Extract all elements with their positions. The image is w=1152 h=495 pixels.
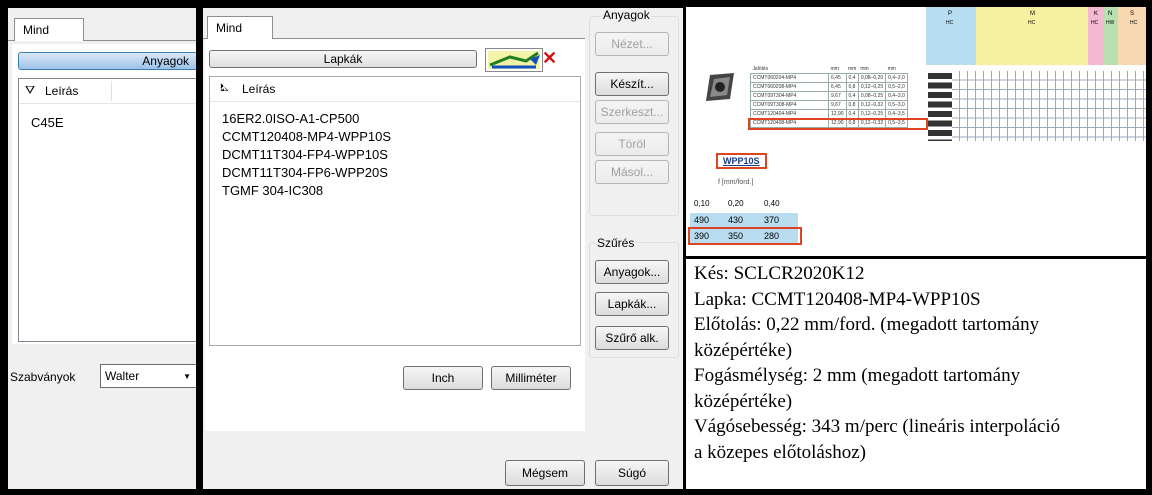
- table-row: CCMT09T308-MP4 9,67 0,8 0,12–0,32 0,5–3,0: [750, 100, 908, 110]
- note-line: középértéke): [694, 390, 793, 412]
- millimeter-button[interactable]: Milliméter: [491, 366, 571, 390]
- hc-label: HC: [1091, 20, 1099, 26]
- filter-settings-button[interactable]: Szűrő alk.: [595, 326, 669, 350]
- inch-button[interactable]: Inch: [403, 366, 483, 390]
- list-header[interactable]: ⛡ Leírás: [210, 77, 580, 102]
- speed-value: 280: [764, 231, 780, 241]
- col-header: Jelölés: [752, 66, 769, 72]
- feed-value: 0,20: [728, 199, 744, 208]
- list-header[interactable]: ⛛ Leírás: [19, 79, 196, 104]
- list-item[interactable]: DCMT11T304-FP6-WPP20S: [222, 165, 388, 180]
- grade-grid: [952, 71, 1146, 141]
- copy-button[interactable]: Másol...: [595, 160, 669, 184]
- middle-panel: Mind Lapkák ✕ ⛡ Leírás 16ER2.0ISO-A1-CP5…: [203, 8, 683, 489]
- delete-button[interactable]: Töröl: [595, 132, 669, 156]
- hc-label: HC: [1028, 20, 1036, 26]
- table-row: CCMT060204-MP4 6,45 0,4 0,08–0,20 0,4–2,0: [750, 73, 908, 83]
- filter-icon: ⛛: [25, 83, 36, 97]
- list-item[interactable]: CCMT120408-MP4-WPP10S: [222, 129, 391, 144]
- help-button[interactable]: Súgó: [595, 460, 669, 486]
- hc-label: HC: [946, 20, 954, 26]
- group-label: S: [1130, 11, 1135, 17]
- feed-label: f [mm/ford.]: [718, 179, 754, 186]
- filter-inserts-button[interactable]: Lapkák...: [595, 292, 669, 316]
- cutting-parameters-note: Kés: SCLCR2020K12 Lapka: CCMT120408-MP4-…: [686, 259, 1146, 489]
- col-header: mm: [860, 66, 869, 72]
- speed-value: 430: [728, 215, 744, 225]
- standards-label: Szabványok: [10, 370, 76, 384]
- group-label: K: [1094, 11, 1099, 17]
- tab-mind[interactable]: Mind: [14, 18, 84, 41]
- note-line: középértéke): [694, 339, 793, 361]
- speed-value: 390: [694, 231, 710, 241]
- note-line: Kés: SCLCR2020K12: [694, 263, 865, 284]
- hw-label: HW: [1106, 20, 1115, 26]
- materials-button[interactable]: Anyagok: [18, 52, 196, 70]
- list-item[interactable]: C45E: [31, 115, 64, 130]
- note-line: a közepes előtoláshoz): [694, 441, 866, 463]
- column-header: Leírás: [45, 84, 79, 98]
- note-line: Lapka: CCMT120408-MP4-WPP10S: [694, 288, 981, 310]
- group-label: M: [1030, 11, 1035, 17]
- hc-label: HC: [1130, 20, 1138, 26]
- list-item[interactable]: TGMF 304-IC308: [222, 183, 323, 198]
- col-header: mm: [848, 66, 857, 72]
- list-item[interactable]: 16ER2.0ISO-A1-CP500: [222, 111, 359, 126]
- standards-value: Walter: [105, 369, 140, 383]
- col-header: mm: [830, 66, 839, 72]
- filter-materials-button[interactable]: Anyagok...: [595, 260, 669, 284]
- feed-value: 0,40: [764, 199, 780, 208]
- grade-label: WPP10S: [716, 153, 767, 169]
- inserts-list[interactable]: ⛡ Leírás 16ER2.0ISO-A1-CP500 CCMT120408-…: [209, 76, 581, 346]
- note-line: Előtolás: 0,22 mm/ford. (megadott tartom…: [694, 314, 1040, 335]
- materials-list[interactable]: ⛛ Leírás C45E: [18, 78, 196, 342]
- inserts-button[interactable]: Lapkák: [209, 50, 477, 68]
- grade-columns: [928, 71, 952, 141]
- group-label: N: [1108, 11, 1113, 17]
- col-header: mm: [887, 66, 896, 72]
- standards-select[interactable]: Walter ▼: [100, 364, 196, 388]
- note-line: Fogásmélység: 2 mm (megadott tartomány: [694, 365, 1021, 386]
- filter-group-label: Szűrés: [595, 236, 637, 250]
- create-button[interactable]: Készít...: [595, 72, 669, 96]
- chevron-down-icon: ▼: [183, 371, 191, 381]
- note-line: Vágósebesség: 343 m/perc (lineáris inter…: [694, 416, 1061, 437]
- table-row: CCMT060208-MP4 6,45 0,8 0,12–0,25 0,5–2,0: [750, 82, 908, 92]
- speed-value: 370: [764, 215, 780, 225]
- edit-button[interactable]: Szerkeszt...: [595, 100, 669, 124]
- group-label: P: [948, 11, 953, 17]
- table-row: CCMT09T304-MP4 9,67 0,4 0,08–0,25 0,4–3,0: [750, 91, 908, 101]
- column-header: Leírás: [242, 82, 276, 96]
- materials-button-label: Anyagok: [142, 54, 189, 68]
- speed-value: 490: [694, 215, 710, 225]
- speed-value: 350: [728, 231, 744, 241]
- feed-value: 0,10: [694, 199, 710, 208]
- inserts-button-label: Lapkák: [323, 52, 363, 66]
- selected-row-highlight: [748, 118, 928, 130]
- insert-icon: ⛡: [220, 82, 229, 94]
- list-item[interactable]: DCMT11T304-FP4-WPP10S: [222, 147, 388, 162]
- delete-icon[interactable]: ✕: [542, 49, 557, 67]
- cancel-button[interactable]: Mégsem: [505, 460, 585, 486]
- insert-transfer-icon[interactable]: [485, 48, 543, 72]
- catalog-excerpt: P M K N S HC HC HC HW HC Jelölés mm mm m…: [686, 7, 1146, 256]
- insert-image: [704, 71, 736, 103]
- tab-mind[interactable]: Mind: [207, 16, 273, 39]
- view-button[interactable]: Nézet...: [595, 32, 669, 56]
- left-panel: Mind Anyagok ⛛ Leírás C45E Szabványok Wa…: [8, 8, 196, 489]
- materials-group-label: Anyagok: [601, 8, 652, 22]
